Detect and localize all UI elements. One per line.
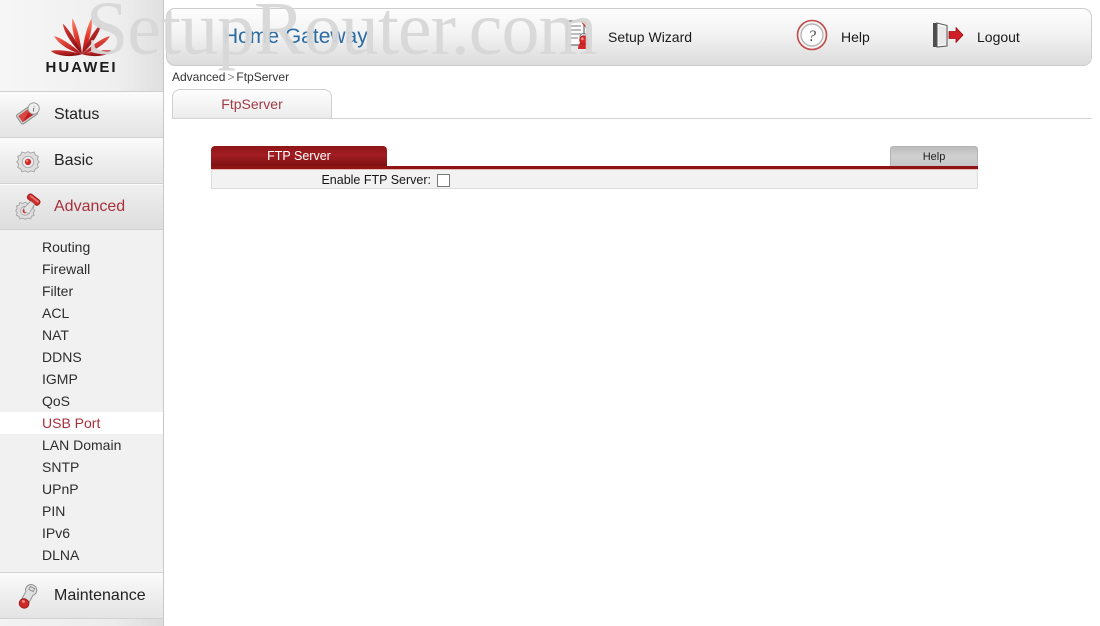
enable-ftp-server-checkbox[interactable] bbox=[437, 173, 450, 187]
logout-button[interactable]: Logout bbox=[929, 19, 1020, 56]
sidebar-item-usb-port[interactable]: USB Port bbox=[0, 412, 163, 434]
enable-ftp-server-label: Enable FTP Server: bbox=[321, 173, 431, 187]
logout-label: Logout bbox=[977, 29, 1020, 45]
advanced-gear-tool-icon bbox=[13, 192, 43, 222]
question-mark-icon: ? bbox=[795, 18, 829, 57]
router-admin-page: SetupRouter.com HUAWEI i Status Basic Ad… bbox=[0, 0, 1100, 626]
panel-header: FTP Server Help bbox=[211, 146, 978, 166]
sidebar-item-filter[interactable]: Filter bbox=[0, 280, 163, 302]
sidebar-item-maintenance[interactable]: Maintenance bbox=[0, 573, 163, 619]
sidebar-item-ipv6[interactable]: IPv6 bbox=[0, 522, 163, 544]
advanced-submenu: Routing Firewall Filter ACL NAT DDNS IGM… bbox=[0, 230, 163, 573]
sidebar-item-pin[interactable]: PIN bbox=[0, 500, 163, 522]
brand-logo-box: HUAWEI bbox=[0, 0, 163, 92]
svg-text:?: ? bbox=[808, 28, 816, 45]
gear-icon bbox=[13, 146, 43, 176]
panel-help-button[interactable]: Help bbox=[890, 146, 978, 166]
sidebar-item-ddns[interactable]: DDNS bbox=[0, 346, 163, 368]
sidebar-item-qos[interactable]: QoS bbox=[0, 390, 163, 412]
sidebar-item-label: Maintenance bbox=[54, 587, 146, 604]
sidebar-item-status[interactable]: i Status bbox=[0, 92, 163, 138]
huawei-logo bbox=[50, 18, 113, 57]
tab-underline bbox=[172, 118, 1092, 119]
sidebar-item-acl[interactable]: ACL bbox=[0, 302, 163, 324]
status-tag-icon: i bbox=[13, 100, 43, 130]
sidebar-item-label: Advanced bbox=[54, 198, 126, 215]
sidebar-item-nat[interactable]: NAT bbox=[0, 324, 163, 346]
sidebar-item-igmp[interactable]: IGMP bbox=[0, 368, 163, 390]
help-button[interactable]: ? Help bbox=[795, 18, 870, 57]
setup-wizard-icon bbox=[562, 18, 596, 57]
setup-wizard-button[interactable]: Setup Wizard bbox=[562, 18, 692, 57]
sidebar-item-sntp[interactable]: SNTP bbox=[0, 456, 163, 478]
breadcrumb-current: FtpServer bbox=[236, 70, 290, 84]
breadcrumb-parent[interactable]: Advanced bbox=[172, 70, 225, 84]
enable-ftp-server-row: Enable FTP Server: bbox=[212, 170, 450, 190]
ftp-server-panel: FTP Server Help Enable FTP Server: bbox=[211, 146, 978, 189]
sidebar-item-basic[interactable]: Basic bbox=[0, 138, 163, 184]
panel-title: FTP Server bbox=[211, 146, 387, 166]
brand-wordmark: HUAWEI bbox=[45, 59, 118, 76]
sidebar: HUAWEI i Status Basic Advanced Routing F… bbox=[0, 0, 164, 626]
breadcrumb-separator: > bbox=[227, 70, 235, 84]
wrench-icon bbox=[13, 581, 43, 611]
sidebar-item-dlna[interactable]: DLNA bbox=[0, 544, 163, 566]
setup-wizard-label: Setup Wizard bbox=[608, 29, 693, 45]
page-title: Home Gateway bbox=[223, 25, 368, 48]
sidebar-item-routing[interactable]: Routing bbox=[0, 236, 163, 258]
sidebar-item-label: Basic bbox=[54, 152, 94, 169]
svg-text:i: i bbox=[33, 104, 35, 113]
sidebar-item-advanced[interactable]: Advanced bbox=[0, 184, 163, 230]
sidebar-item-lan-domain[interactable]: LAN Domain bbox=[0, 434, 163, 456]
sidebar-item-upnp[interactable]: UPnP bbox=[0, 478, 163, 500]
tab-ftpserver[interactable]: FtpServer bbox=[172, 89, 332, 118]
top-header-bar: Home Gateway Setup Wizard ? Help Logout bbox=[166, 8, 1092, 66]
panel-body: Enable FTP Server: bbox=[211, 169, 978, 189]
help-label: Help bbox=[841, 29, 870, 45]
sidebar-item-firewall[interactable]: Firewall bbox=[0, 258, 163, 280]
logout-door-icon bbox=[929, 19, 965, 56]
sidebar-item-label: Status bbox=[54, 106, 100, 123]
breadcrumb: Advanced > FtpServer bbox=[172, 70, 289, 84]
tab-strip: FtpServer bbox=[172, 89, 1092, 119]
